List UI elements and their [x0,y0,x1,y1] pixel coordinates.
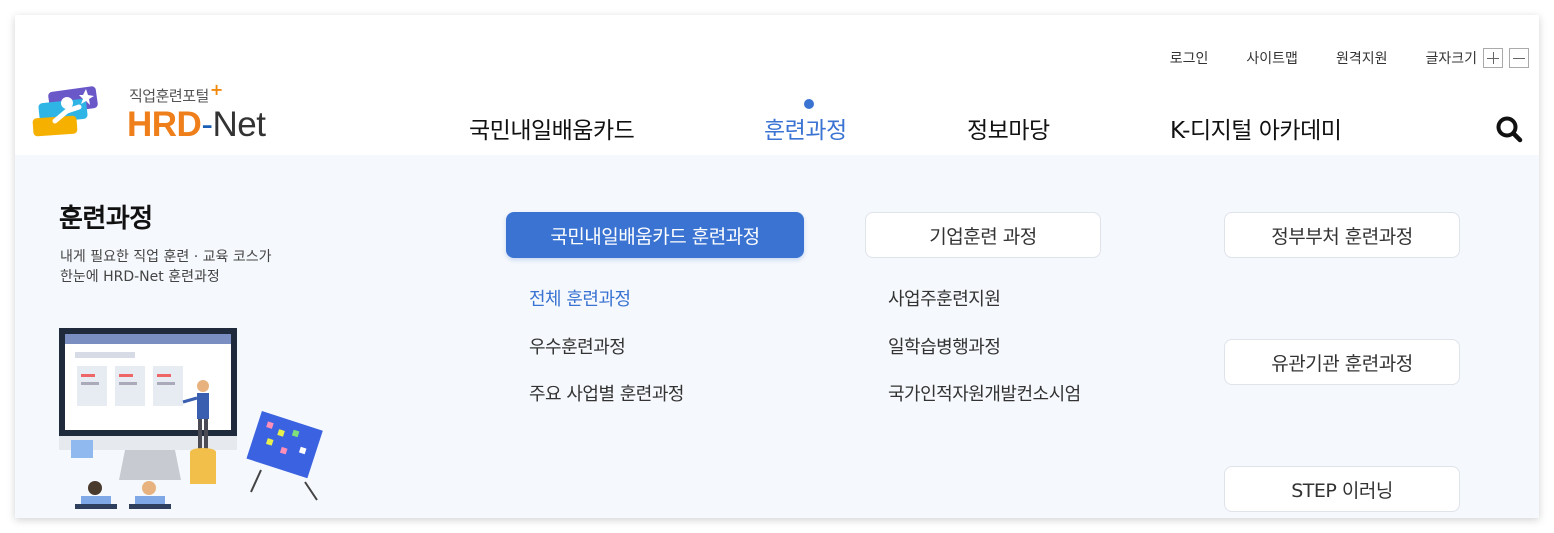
all-training-link[interactable]: 전체 훈련과정 [529,285,631,311]
step-elearning-button[interactable]: STEP 이러닝 [1224,466,1460,512]
excellent-training-link[interactable]: 우수훈련과정 [529,333,626,359]
enterprise-training-button[interactable]: 기업훈련 과정 [865,212,1101,258]
nav-item-k-digital[interactable]: K-디지털 아카데미 [1170,111,1342,145]
login-link[interactable]: 로그인 [1170,48,1209,68]
employer-training-support-link[interactable]: 사업주훈련지원 [888,285,1001,311]
active-indicator-dot [804,99,814,109]
page-frame: 로그인 사이트맵 원격지원 글자크기 직업훈련포털+ HRD-Net 국민내일배… [15,15,1539,518]
mega-menu-panel: 훈련과정 내게 필요한 직업 훈련 · 교육 코스가 한눈에 HRD-Net 훈… [15,155,1539,518]
site-header: 로그인 사이트맵 원격지원 글자크기 직업훈련포털+ HRD-Net 국민내일배… [15,15,1539,155]
remote-support-link[interactable]: 원격지원 [1336,48,1388,68]
font-size-control: 글자크기 [1425,48,1529,68]
font-decrease-button[interactable] [1509,48,1529,68]
government-training-button[interactable]: 정부부처 훈련과정 [1224,212,1460,258]
search-icon[interactable] [1495,115,1523,143]
nav-item-info[interactable]: 정보마당 [967,111,1050,145]
nav-item-training[interactable]: 훈련과정 [764,111,847,145]
font-increase-button[interactable] [1483,48,1503,68]
main-navigation: 국민내일배움카드 훈련과정 정보마당 K-디지털 아카데미 [15,111,1539,147]
nav-item-card[interactable]: 국민내일배움카드 [469,111,635,145]
card-training-header-button[interactable]: 국민내일배움카드 훈련과정 [506,212,804,258]
mega-menu-description: 내게 필요한 직업 훈련 · 교육 코스가 한눈에 HRD-Net 훈련과정 [60,249,272,285]
utility-menu: 로그인 사이트맵 원격지원 글자크기 [1132,48,1529,68]
sitemap-link[interactable]: 사이트맵 [1246,48,1298,68]
mega-menu-title: 훈련과정 [59,204,153,234]
national-consortium-link[interactable]: 국가인적자원개발컨소시엄 [888,380,1081,406]
logo-subtitle: 직업훈련포털+ [129,80,223,105]
related-institution-training-button[interactable]: 유관기관 훈련과정 [1224,339,1460,385]
font-size-label: 글자크기 [1425,51,1477,67]
major-business-training-link[interactable]: 주요 사업별 훈련과정 [529,380,684,406]
work-learning-training-link[interactable]: 일학습병행과정 [888,333,1001,359]
training-illustration [59,328,323,509]
